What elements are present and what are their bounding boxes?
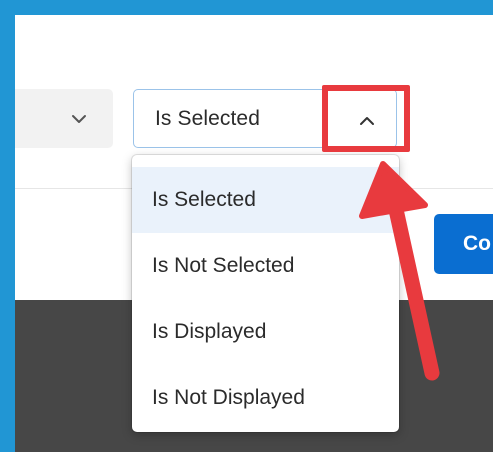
confirm-button[interactable]: Co [434, 214, 493, 274]
option-label: Is Selected [152, 188, 256, 211]
option-is-displayed[interactable]: Is Displayed [132, 299, 399, 365]
condition-select-value: Is Selected [155, 107, 260, 130]
option-label: Is Not Selected [152, 254, 295, 277]
option-is-not-displayed[interactable]: Is Not Displayed [132, 365, 399, 431]
option-label: Is Not Displayed [152, 386, 305, 409]
condition-dropdown-menu: Is Selected Is Not Selected Is Displayed… [132, 155, 399, 432]
annotation-highlight-box [322, 85, 410, 152]
left-field-select[interactable] [15, 89, 113, 148]
option-is-not-selected[interactable]: Is Not Selected [132, 233, 399, 299]
confirm-button-label: Co [463, 232, 491, 255]
option-is-selected[interactable]: Is Selected [132, 167, 399, 233]
dialog-content: Is Selected Co Is Selected Is Not Select… [15, 15, 493, 452]
chevron-down-icon [72, 115, 86, 123]
option-label: Is Displayed [152, 320, 267, 343]
